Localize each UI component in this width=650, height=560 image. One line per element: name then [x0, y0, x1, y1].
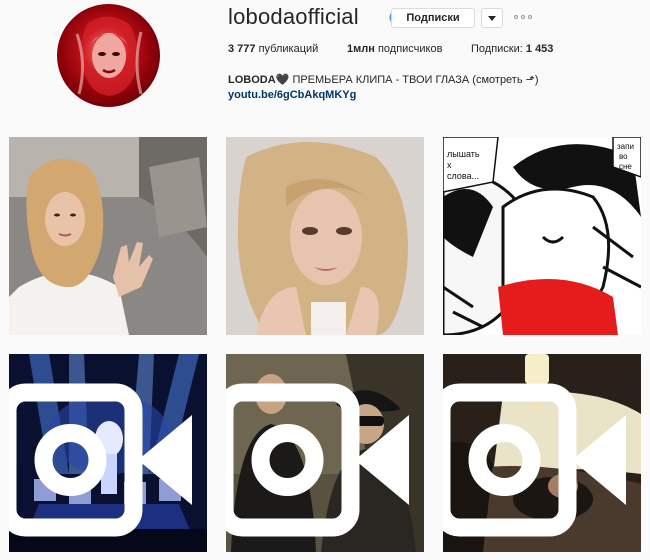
- post-tile[interactable]: [443, 354, 641, 552]
- bio-line: LOBODA🖤 ПРЕМЬЕРА КЛИПА - ТВОИ ГЛАЗА (смо…: [228, 73, 539, 86]
- suggestions-dropdown-button[interactable]: [481, 8, 503, 28]
- followers-label: подписчиков: [377, 43, 443, 55]
- chevron-down-icon: [488, 15, 496, 21]
- bio-text: ПРЕМЬЕРА КЛИПА - ТВОИ ГЛАЗА (смотреть ⬏): [292, 74, 539, 86]
- svg-text:во: во: [619, 152, 628, 161]
- bio-link[interactable]: youtu.be/6gCbAkqMKYg: [228, 89, 356, 101]
- post-tile[interactable]: лышать х слова... запи во сне: [443, 137, 641, 335]
- following-label: Подписки:: [471, 43, 523, 55]
- video-camera-icon: [226, 383, 409, 537]
- avatar-portrait: [75, 16, 143, 96]
- video-camera-icon: [9, 383, 192, 537]
- bio-name: LOBODA: [228, 74, 276, 86]
- svg-text:х: х: [447, 160, 452, 170]
- following-count: 1 453: [525, 43, 554, 55]
- profile-avatar[interactable]: [57, 4, 160, 107]
- more-options-icon[interactable]: [514, 12, 532, 22]
- posts-count: 3 777: [228, 43, 256, 55]
- comic-text-left: лышать: [447, 149, 480, 159]
- followers-count: 1млн: [347, 43, 375, 55]
- heart-icon: 🖤: [275, 74, 290, 86]
- post-image: [9, 137, 207, 335]
- follow-button[interactable]: Подписки: [391, 8, 475, 28]
- post-tile[interactable]: [9, 354, 207, 552]
- post-tile[interactable]: [226, 137, 424, 335]
- posts-label: публикаций: [258, 43, 319, 55]
- profile-username: lobodaofficial: [228, 4, 359, 29]
- post-image: [226, 137, 424, 335]
- svg-text:слова...: слова...: [447, 171, 479, 181]
- following-stat[interactable]: Подписки: 1 453: [471, 43, 553, 55]
- posts-count-stat: 3 777 публикаций: [228, 43, 318, 55]
- post-tile[interactable]: [226, 354, 424, 552]
- post-tile[interactable]: [9, 137, 207, 335]
- svg-text:сне: сне: [619, 162, 632, 171]
- followers-stat[interactable]: 1млн подписчиков: [347, 43, 442, 55]
- comic-text-right: запи: [617, 142, 634, 151]
- post-image: лышать х слова... запи во сне: [443, 137, 641, 335]
- video-camera-icon: [443, 383, 626, 537]
